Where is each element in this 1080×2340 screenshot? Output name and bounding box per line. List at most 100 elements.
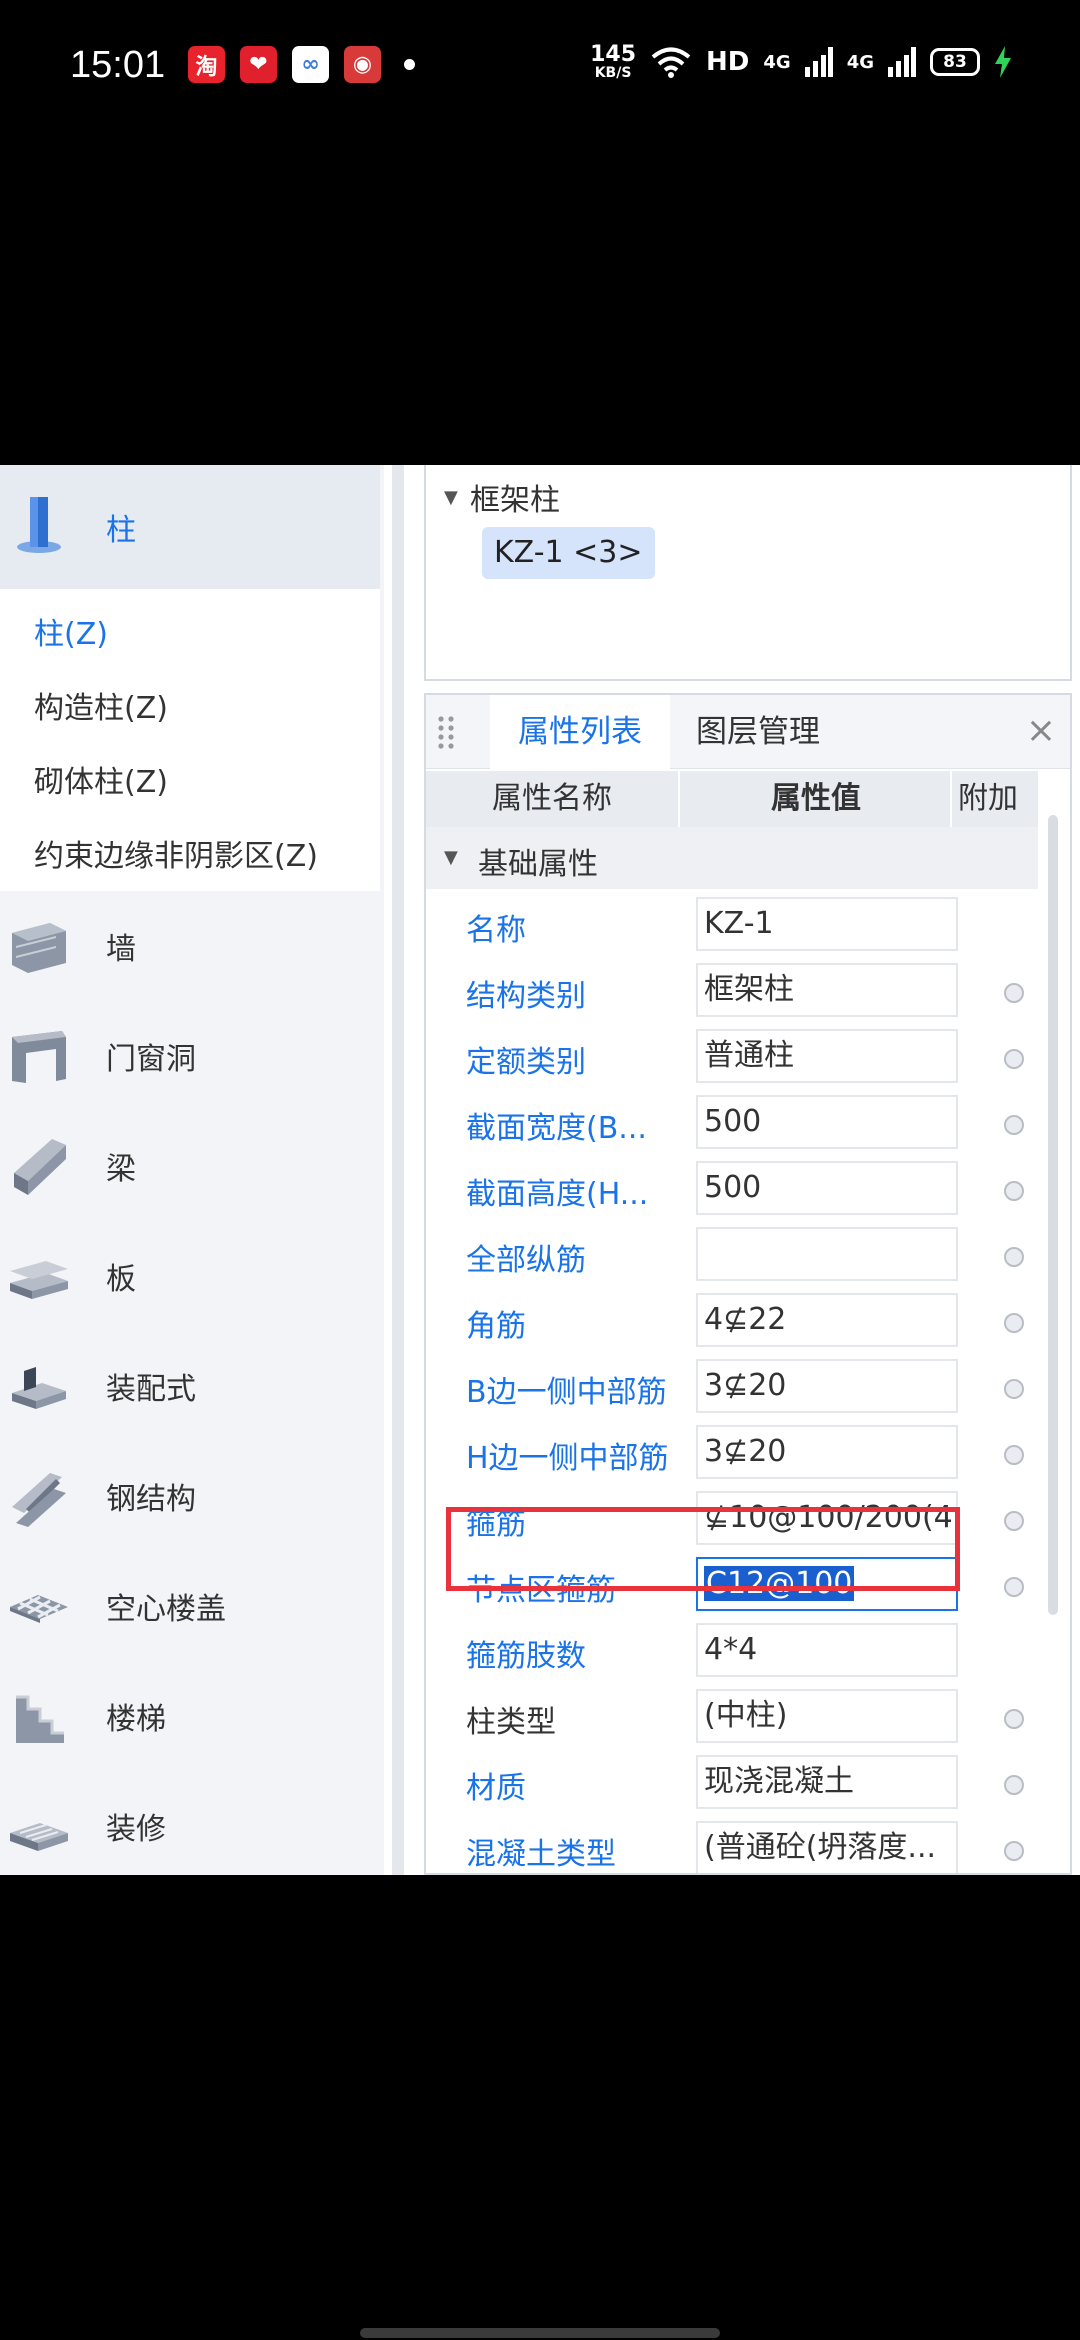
home-indicator[interactable] xyxy=(360,2328,720,2338)
component-tree: ▼ 框架柱 KZ-1 <3> xyxy=(424,465,1072,681)
subitem-masonry-column[interactable]: 砌体柱(Z) xyxy=(34,757,168,801)
category-label: 装修 xyxy=(106,1812,166,1847)
hollow-floor-icon xyxy=(10,1595,68,1623)
property-value-field[interactable]: (普通砼(坍落度... xyxy=(696,1821,958,1873)
property-value-field[interactable]: 500 xyxy=(696,1095,958,1149)
category-label: 钢结构 xyxy=(106,1482,196,1517)
property-table-header: 属性名称 属性值 附加 xyxy=(426,771,1038,827)
prefab-icon xyxy=(12,1367,66,1409)
category-slab[interactable]: 板 xyxy=(0,1221,380,1331)
property-value-field[interactable]: 现浇混凝土 xyxy=(696,1755,958,1809)
panel-scrollbar[interactable] xyxy=(1048,815,1058,1615)
hd-indicator: HD xyxy=(706,47,750,77)
extra-checkbox[interactable] xyxy=(1004,1049,1024,1069)
column-icon xyxy=(17,497,61,553)
group-basic-properties[interactable]: ▼ 基础属性 xyxy=(426,827,1038,889)
table-row: 材质 现浇混凝土 xyxy=(426,1751,1038,1817)
tab-property-list[interactable]: 属性列表 xyxy=(490,695,670,769)
property-label: H边一侧中部筋 xyxy=(466,1441,669,1476)
property-label: 材质 xyxy=(466,1771,526,1806)
table-row: 混凝土类型 (普通砼(坍落度... xyxy=(426,1817,1038,1873)
subitem-column-z[interactable]: 柱(Z) xyxy=(34,609,108,653)
property-value-field[interactable]: (中柱) xyxy=(696,1689,958,1743)
wall-icon xyxy=(12,923,66,973)
signal-icon xyxy=(804,47,833,77)
property-value-field[interactable] xyxy=(696,1227,958,1281)
sidebar-scrollbar[interactable] xyxy=(392,465,404,1875)
property-value-field[interactable]: 框架柱 xyxy=(696,963,958,1017)
category-hollow-floor[interactable]: 空心楼盖 xyxy=(0,1551,380,1661)
sim2-label: 4G xyxy=(846,51,874,73)
battery-icon: 83 xyxy=(930,48,980,76)
subitem-constructional-column[interactable]: 构造柱(Z) xyxy=(34,683,168,727)
sim1-label: 4G xyxy=(763,51,791,73)
category-wall[interactable]: 墙 xyxy=(0,891,380,1001)
tree-leaf-kz1[interactable]: KZ-1 <3> xyxy=(482,527,655,579)
property-value-field[interactable]: 3⊈20 xyxy=(696,1359,958,1413)
close-icon[interactable]: × xyxy=(1026,711,1056,751)
subitem-boundary-zone[interactable]: 约束边缘非阴影区(Z) xyxy=(34,831,318,875)
net-speed: 145 KB/S xyxy=(590,42,637,81)
extra-checkbox[interactable] xyxy=(1004,1775,1024,1795)
category-steel-structure[interactable]: 钢结构 xyxy=(0,1441,380,1551)
pinduoduo-icon: ❤ xyxy=(240,46,277,83)
extra-checkbox[interactable] xyxy=(1004,1379,1024,1399)
drag-handle-icon[interactable] xyxy=(436,715,456,749)
slab-icon xyxy=(10,1261,68,1299)
taobao-icon: 淘 xyxy=(188,46,225,83)
property-value-field[interactable]: 普通柱 xyxy=(696,1029,958,1083)
property-label: 箍筋肢数 xyxy=(466,1639,586,1674)
extra-checkbox[interactable] xyxy=(1004,1313,1024,1333)
category-label: 墙 xyxy=(106,932,136,967)
extra-checkbox[interactable] xyxy=(1004,983,1024,1003)
collapse-caret-icon[interactable]: ▼ xyxy=(444,487,458,508)
extra-checkbox[interactable] xyxy=(1004,1181,1024,1201)
category-label: 装配式 xyxy=(106,1372,196,1407)
tree-node-frame-column[interactable]: 框架柱 xyxy=(470,475,560,519)
extra-checkbox[interactable] xyxy=(1004,1511,1024,1531)
column-header-value: 属性值 xyxy=(682,771,952,827)
property-value-field[interactable]: KZ-1 xyxy=(696,897,958,951)
beam-icon xyxy=(14,1139,66,1195)
property-value-field[interactable]: 500 xyxy=(696,1161,958,1215)
decoration-icon xyxy=(10,1823,68,1851)
extra-checkbox[interactable] xyxy=(1004,1115,1024,1135)
group-label: 基础属性 xyxy=(478,847,598,882)
property-value-field[interactable]: 4*4 xyxy=(696,1623,958,1677)
table-row: 截面宽度(B... 500 xyxy=(426,1091,1038,1157)
property-label: 柱类型 xyxy=(466,1705,556,1740)
category-label: 空心楼盖 xyxy=(106,1592,226,1627)
extra-checkbox[interactable] xyxy=(1004,1445,1024,1465)
category-decoration[interactable]: 装修 xyxy=(0,1771,380,1875)
property-value-field[interactable]: 4⊈22 xyxy=(696,1293,958,1347)
category-door-window[interactable]: 门窗洞 xyxy=(0,1001,380,1111)
table-row: 箍筋肢数 4*4 xyxy=(426,1619,1038,1685)
charging-icon xyxy=(995,46,1011,78)
category-column[interactable]: 柱 xyxy=(0,465,380,589)
property-label: 截面宽度(B... xyxy=(466,1111,647,1146)
category-stairs[interactable]: 楼梯 xyxy=(0,1661,380,1771)
category-label: 板 xyxy=(106,1262,136,1297)
category-beam[interactable]: 梁 xyxy=(0,1111,380,1221)
extra-checkbox[interactable] xyxy=(1004,1841,1024,1861)
subitem-list: 柱(Z) 构造柱(Z) 砌体柱(Z) 约束边缘非阴影区(Z) xyxy=(0,589,380,891)
category-prefabricated[interactable]: 装配式 xyxy=(0,1331,380,1441)
status-bar: 15:01 淘 ❤ ∞ ◉ 145 KB/S HD 4G 4G 83 xyxy=(0,0,1080,130)
wifi-icon xyxy=(651,47,691,78)
extra-checkbox[interactable] xyxy=(1004,1709,1024,1729)
red-highlight-annotation xyxy=(446,1507,960,1591)
property-value-field[interactable]: 3⊈20 xyxy=(696,1425,958,1479)
component-sidebar: 柱 柱(Z) 构造柱(Z) 砌体柱(Z) 约束边缘非阴影区(Z) 墙 门窗洞 梁… xyxy=(0,465,384,1875)
cloud-app-icon: ∞ xyxy=(292,46,329,83)
status-time: 15:01 xyxy=(70,44,166,86)
extra-checkbox[interactable] xyxy=(1004,1247,1024,1267)
table-row: H边一侧中部筋 3⊈20 xyxy=(426,1421,1038,1487)
property-label: 混凝土类型 xyxy=(466,1837,616,1872)
table-row: 柱类型 (中柱) xyxy=(426,1685,1038,1751)
category-label: 门窗洞 xyxy=(106,1042,196,1077)
extra-checkbox[interactable] xyxy=(1004,1577,1024,1597)
tab-layer-management[interactable]: 图层管理 xyxy=(696,695,820,769)
table-row: 全部纵筋 xyxy=(426,1223,1038,1289)
notification-icons: 淘 ❤ ∞ ◉ xyxy=(188,46,415,83)
category-label: 楼梯 xyxy=(106,1702,166,1737)
